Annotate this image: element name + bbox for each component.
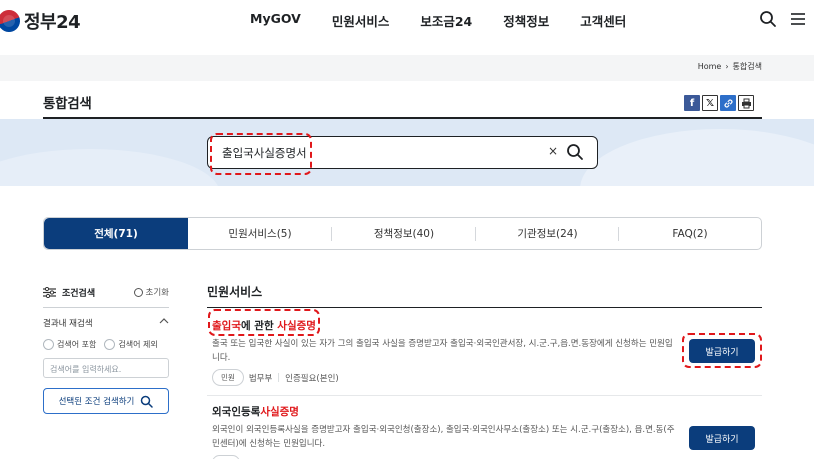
share-tools: f 𝕏 — [684, 95, 754, 111]
result-meta: 민원 법무부 | 인증필요(본인) — [212, 369, 762, 386]
tab-label: FAQ(2) — [672, 227, 708, 240]
breadcrumb-home[interactable]: Home — [698, 62, 722, 71]
apply-filter-label: 선택된 조건 검색하기 — [58, 397, 135, 407]
result-item: 외국인등록사실증명 외국인이 외국인등록사실을 증명받고자 출입국·외국인청(출… — [212, 404, 762, 459]
tab-agency[interactable]: 기관정보(24) — [476, 218, 619, 249]
facebook-icon[interactable]: f — [684, 95, 700, 111]
logo-text: 정부24 — [24, 12, 81, 33]
menu-icon[interactable] — [789, 10, 807, 28]
clear-icon[interactable]: × — [548, 144, 558, 158]
meta-separator: | — [277, 372, 281, 383]
exclude-option[interactable]: 검색어 제외 — [104, 339, 158, 350]
main-nav: MyGOV 민원서비스 보조금24 정책정보 고객센터 — [250, 11, 657, 30]
chevron-up-icon[interactable] — [159, 317, 169, 325]
apply-filter-button[interactable]: 선택된 조건 검색하기 — [43, 388, 169, 414]
search-mode-radios: 검색어 포함 검색어 제외 — [43, 339, 158, 350]
result-description: 출국 또는 입국한 사실이 있는 자가 그의 출입국 사실을 증명받고자 출입국… — [212, 339, 673, 363]
chevron-right-icon: › — [725, 62, 729, 71]
header: 정부24 MyGOV 민원서비스 보조금24 정책정보 고객센터 — [0, 0, 814, 42]
filter-header: 조건검색 초기화 — [43, 282, 169, 302]
search-icon — [141, 395, 154, 408]
include-radio[interactable] — [43, 339, 54, 350]
breadcrumb-current: 통합검색 — [732, 62, 762, 71]
tab-faq[interactable]: FAQ(2) — [619, 218, 761, 249]
research-title: 결과내 재검색 — [43, 319, 93, 329]
print-icon[interactable] — [738, 95, 754, 111]
highlight-annotation — [210, 133, 312, 175]
tab-label: 기관정보(24) — [517, 228, 578, 240]
logo[interactable]: 정부24 — [0, 6, 81, 36]
exclude-label: 검색어 제외 — [118, 340, 158, 349]
reset-button[interactable]: 초기화 — [133, 286, 169, 298]
filter-title: 조건검색 — [62, 288, 96, 299]
reset-icon — [133, 287, 143, 297]
tab-all[interactable]: 전체(71) — [44, 218, 188, 249]
issue-button[interactable]: 발급하기 — [689, 426, 755, 450]
category-tag: 민원 — [212, 369, 244, 386]
nav-customer-center[interactable]: 고객센터 — [580, 11, 626, 30]
keyword-input[interactable]: 검색어를 입력하세요. — [43, 358, 169, 378]
reset-label: 초기화 — [145, 288, 169, 298]
result-description: 외국인이 외국인등록사실을 증명받고자 출입국·외국인청(출장소), 출입국·외… — [212, 425, 675, 449]
include-label: 검색어 포함 — [57, 340, 97, 349]
tab-label: 민원서비스(5) — [228, 228, 292, 240]
research-toggle[interactable]: 결과내 재검색 — [43, 317, 169, 329]
tab-policy[interactable]: 정책정보(40) — [332, 218, 476, 249]
result-title[interactable]: 외국인등록사실증명 — [212, 404, 762, 419]
breadcrumb: Home › 통합검색 — [698, 61, 762, 72]
search-submit-icon[interactable] — [566, 143, 584, 161]
link-icon[interactable] — [720, 95, 736, 111]
category-tag — [212, 455, 240, 459]
section-divider — [207, 307, 762, 308]
highlight-annotation — [682, 333, 762, 368]
exclude-radio[interactable] — [104, 339, 116, 350]
section-title: 민원서비스 — [207, 285, 263, 299]
agency-name: 법무부 — [248, 373, 273, 384]
filter-sidebar: 조건검색 초기화 결과내 재검색 검색어 포함 검색어 제외 검색어를 입력하세… — [43, 282, 169, 414]
taegeuk-logo-icon — [0, 6, 24, 36]
nav-subsidy[interactable]: 보조금24 — [420, 11, 472, 30]
tab-civil-service[interactable]: 민원서비스(5) — [188, 218, 332, 249]
filter-divider — [43, 307, 169, 308]
page-title: 통합검색 — [43, 96, 92, 112]
tab-label: 정책정보(40) — [373, 228, 435, 240]
banner-decoration — [0, 149, 220, 186]
nav-policy[interactable]: 정책정보 — [503, 11, 549, 30]
highlight-annotation — [208, 309, 320, 336]
include-option[interactable]: 검색어 포함 — [43, 339, 96, 350]
result-meta — [212, 455, 762, 459]
auth-requirement: 인증필요(본인) — [285, 373, 339, 384]
x-icon[interactable]: 𝕏 — [702, 95, 718, 111]
search-icon[interactable] — [759, 10, 777, 28]
banner-decoration — [580, 129, 814, 186]
item-divider — [207, 395, 762, 396]
tab-label: 전체(71) — [94, 228, 138, 240]
page: 정부24 MyGOV 민원서비스 보조금24 정책정보 고객센터 Home › … — [0, 0, 814, 459]
title-text: 외국인등록 — [212, 406, 261, 418]
nav-civil-service[interactable]: 민원서비스 — [332, 11, 390, 30]
title-highlight: 사실증명 — [260, 406, 299, 418]
filter-sliders-icon — [43, 286, 56, 298]
result-tabs: 전체(71) 민원서비스(5) 정책정보(40) 기관정보(24) FAQ(2) — [43, 217, 762, 250]
breadcrumb-bar: Home › 통합검색 — [0, 55, 814, 81]
nav-mygov[interactable]: MyGOV — [250, 11, 301, 30]
